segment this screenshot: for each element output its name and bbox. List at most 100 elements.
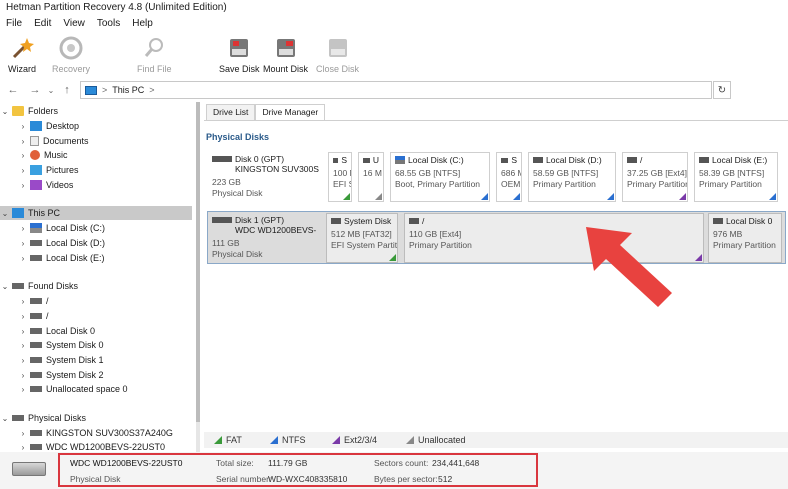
chevron-right-icon[interactable]: › xyxy=(18,429,28,438)
menu-edit[interactable]: Edit xyxy=(34,18,51,31)
tree-found-disks[interactable]: ⌄ Found Disks xyxy=(0,279,192,293)
chevron-right-icon[interactable]: › xyxy=(18,356,28,365)
partition-tile[interactable]: Local Disk (C:) 68.55 GB [NTFS] Boot, Pr… xyxy=(390,152,490,202)
partition-tile[interactable]: S 100 M EFI S xyxy=(328,152,352,202)
chevron-right-icon[interactable]: › xyxy=(18,239,28,248)
chevron-down-icon[interactable]: ⌄ xyxy=(0,107,10,116)
history-chevron-icon[interactable]: ⌄ xyxy=(44,86,58,95)
back-arrow-icon[interactable]: ← xyxy=(6,84,20,96)
menu-view[interactable]: View xyxy=(63,18,85,31)
tree-found-item[interactable]: › System Disk 0 xyxy=(0,338,192,352)
menu-file[interactable]: File xyxy=(6,18,22,31)
status-total-size-label: Total size: xyxy=(216,458,254,468)
tree-item-local-disk-e[interactable]: › Local Disk (E:) xyxy=(0,251,192,265)
partition-tile[interactable]: Local Disk (D:) 58.59 GB [NTFS] Primary … xyxy=(528,152,616,202)
tree-item-desktop[interactable]: › Desktop xyxy=(0,119,192,133)
tree-this-pc[interactable]: ⌄ This PC xyxy=(0,206,192,220)
chevron-right-icon[interactable]: › xyxy=(18,166,28,175)
drive-icon xyxy=(501,157,509,163)
disk-0-row[interactable]: Disk 0 (GPT) KINGSTON SUV300S 223 GB Phys… xyxy=(208,152,788,202)
menu-tools[interactable]: Tools xyxy=(97,18,120,31)
chevron-right-icon[interactable]: › xyxy=(18,122,28,131)
partition-tile[interactable]: Local Disk (E:) 58.39 GB [NTFS] Primary … xyxy=(694,152,778,202)
wizard-button[interactable]: Wizard xyxy=(8,36,36,74)
tree-physical-item[interactable]: › KINGSTON SUV300S37A240G xyxy=(0,426,192,440)
mount-disk-button[interactable]: Mount Disk xyxy=(263,36,308,74)
tree-item-documents[interactable]: › Documents xyxy=(0,134,192,148)
close-disk-icon xyxy=(325,36,351,60)
chevron-right-icon[interactable]: › xyxy=(18,312,28,321)
chevron-right-icon[interactable]: › xyxy=(18,254,28,263)
close-disk-button[interactable]: Close Disk xyxy=(316,36,359,74)
find-file-button[interactable]: Find File xyxy=(137,36,172,74)
ntfs-marker xyxy=(607,193,614,200)
chevron-right-icon[interactable]: › xyxy=(18,371,28,380)
disk-1-header[interactable]: Disk 1 (GPT) WDC WD1200BEVS- 111 GB Physi… xyxy=(208,213,324,263)
chevron-down-icon[interactable]: ⌄ xyxy=(0,414,10,423)
partition-tile[interactable]: / 37.25 GB [Ext4] Primary Partition xyxy=(622,152,688,202)
status-serial-label: Serial number: xyxy=(216,474,272,484)
monitor-icon xyxy=(85,85,97,95)
save-disk-button[interactable]: Save Disk xyxy=(219,36,260,74)
disk-0-header[interactable]: Disk 0 (GPT) KINGSTON SUV300S 223 GB Phys… xyxy=(208,152,324,202)
chevron-right-icon[interactable]: › xyxy=(18,137,28,146)
tree-found-item[interactable]: › Unallocated space 0 xyxy=(0,382,192,396)
up-arrow-icon[interactable]: ↑ xyxy=(60,84,74,96)
tree-physical-item[interactable]: › WDC WD1200BEVS-22UST0 xyxy=(0,440,192,452)
tree-scrollbar[interactable] xyxy=(196,102,200,452)
ntfs-marker xyxy=(769,193,776,200)
drive-icon xyxy=(212,156,232,162)
forward-arrow-icon[interactable]: → xyxy=(28,84,42,96)
chevron-right-icon[interactable]: › xyxy=(18,151,28,160)
tree-found-item[interactable]: › System Disk 2 xyxy=(0,368,192,382)
unallocated-marker xyxy=(375,193,382,200)
address-path: This PC xyxy=(112,85,145,95)
chevron-right-icon[interactable]: › xyxy=(18,385,28,394)
chevron-down-icon[interactable]: ⌄ xyxy=(0,209,10,218)
chevron-down-icon[interactable]: ⌄ xyxy=(0,282,10,291)
partition-tile[interactable]: Local Disk 0 976 MB Primary Partition xyxy=(708,213,782,263)
legend-fat: FAT xyxy=(214,435,242,445)
chevron-right-icon[interactable]: › xyxy=(18,224,28,233)
partition-tile[interactable]: System Disk 512 MB [FAT32] EFI System Pa… xyxy=(326,213,398,263)
partition-tile[interactable]: U 16 M xyxy=(358,152,384,202)
chevron-right-icon[interactable]: › xyxy=(18,327,28,336)
callout-arrow-icon xyxy=(586,227,672,307)
address-input[interactable]: > This PC > xyxy=(80,81,712,99)
filesystem-legend: FAT NTFS Ext2/3/4 Unallocated xyxy=(204,432,788,448)
fat-marker xyxy=(389,254,396,261)
menu-help[interactable]: Help xyxy=(132,18,153,31)
scrollbar-thumb[interactable] xyxy=(196,102,200,422)
tree-item-pictures[interactable]: › Pictures xyxy=(0,163,192,177)
tree-found-item[interactable]: › / xyxy=(0,309,192,323)
magnifier-icon xyxy=(141,36,167,60)
tree-item-local-disk-c[interactable]: › Local Disk (C:) xyxy=(0,221,192,235)
tree-physical-disks[interactable]: ⌄ Physical Disks xyxy=(0,411,192,425)
recovery-button[interactable]: Recovery xyxy=(52,36,90,74)
tree-item-local-disk-d[interactable]: › Local Disk (D:) xyxy=(0,236,192,250)
tab-drive-list[interactable]: Drive List xyxy=(206,104,256,120)
disk-1-row[interactable]: Disk 1 (GPT) WDC WD1200BEVS- 111 GB Physi… xyxy=(208,213,784,263)
tree-found-item[interactable]: › System Disk 1 xyxy=(0,353,192,367)
chevron-right-icon[interactable]: › xyxy=(18,181,28,190)
tree-found-item[interactable]: › / xyxy=(0,294,192,308)
tree-item-music[interactable]: › Music xyxy=(0,148,192,162)
drive-icon xyxy=(212,217,232,223)
address-separator: > xyxy=(149,85,155,95)
drive-icon xyxy=(30,430,42,436)
refresh-button[interactable]: ↻ xyxy=(713,81,731,99)
drive-icon xyxy=(533,157,543,163)
tree-item-videos[interactable]: › Videos xyxy=(0,178,192,192)
music-icon xyxy=(30,150,40,160)
drive-icon xyxy=(30,444,42,450)
status-total-size: 111.79 GB xyxy=(268,458,308,468)
tree-found-item[interactable]: › Local Disk 0 xyxy=(0,324,192,338)
chevron-right-icon[interactable]: › xyxy=(18,341,28,350)
tree-folders[interactable]: ⌄ Folders xyxy=(0,104,192,118)
pictures-icon xyxy=(30,165,42,175)
tab-drive-manager[interactable]: Drive Manager xyxy=(255,104,326,120)
chevron-right-icon[interactable]: › xyxy=(18,297,28,306)
legend-ext: Ext2/3/4 xyxy=(332,435,377,445)
chevron-right-icon[interactable]: › xyxy=(18,443,28,452)
partition-tile[interactable]: S 686 M OEM xyxy=(496,152,522,202)
